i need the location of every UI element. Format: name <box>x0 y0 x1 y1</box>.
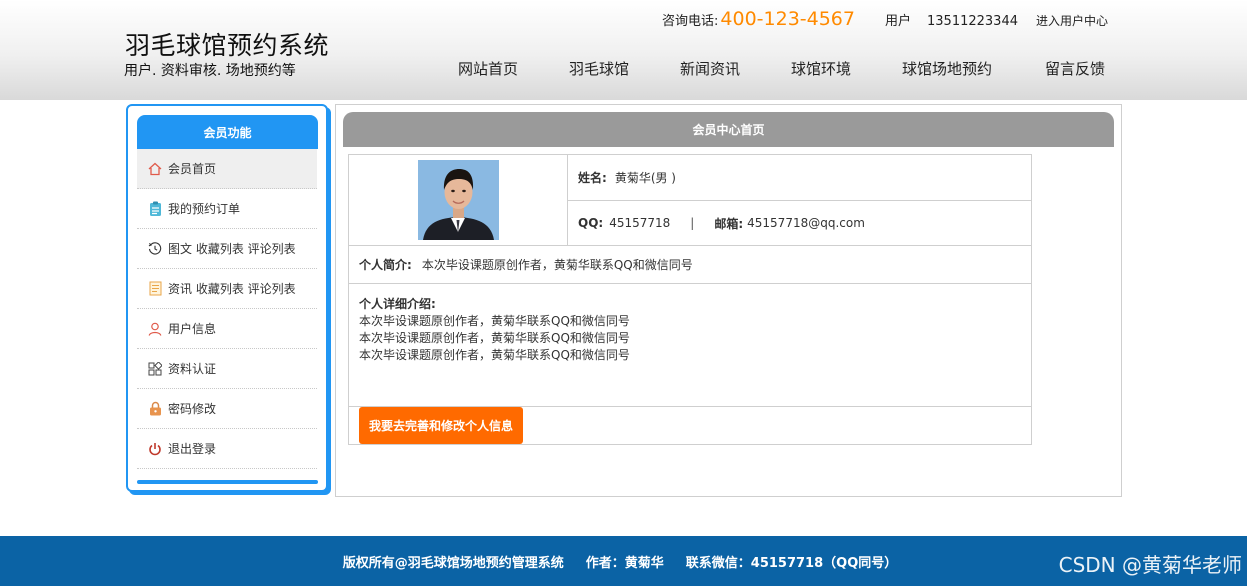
intro-label: 个人简介: <box>359 258 412 272</box>
sidebar-item-verification[interactable]: 资料认证 <box>137 349 317 389</box>
member-home-panel: 会员中心首页 姓名: 黄菊华(男 ) QQ: 45157718 | 邮箱: 45… <box>335 104 1122 497</box>
footer-wechat: 联系微信：45157718（QQ同号） <box>685 555 898 571</box>
email-value: 45157718@qq.com <box>747 216 865 230</box>
sidebar-item-user-info[interactable]: 用户信息 <box>137 309 317 349</box>
home-icon <box>148 161 162 177</box>
sidebar-item-member-home[interactable]: 会员首页 <box>137 149 317 189</box>
sidebar-item-label: 会员首页 <box>168 162 217 176</box>
edit-profile-button[interactable]: 我要去完善和修改个人信息 <box>359 407 523 444</box>
intro-value: 本次毕设课题原创作者，黄菊华联系QQ和微信同号 <box>421 258 693 272</box>
sidebar-item-logout[interactable]: 退出登录 <box>137 429 317 469</box>
site-title: 羽毛球馆预约系统 <box>125 31 330 60</box>
user-label: 用户 <box>885 14 912 29</box>
name-value: 黄菊华(男 ) <box>614 171 676 185</box>
sidebar-item-news-favorites[interactable]: 资讯 收藏列表 评论列表 <box>137 269 317 309</box>
sidebar-item-my-orders[interactable]: 我的预约订单 <box>137 189 317 229</box>
intro-cell: 个人简介: 本次毕设课题原创作者，黄菊华联系QQ和微信同号 <box>349 246 1031 284</box>
sidebar-item-label: 用户信息 <box>168 322 217 336</box>
email-label: 邮箱: <box>714 216 744 231</box>
detail-line: 本次毕设课题原创作者，黄菊华联系QQ和微信同号 <box>359 331 630 345</box>
phone-number: 400-123-4567 <box>720 8 855 30</box>
site-subtitle: 用户. 资料审核. 场地预约等 <box>124 63 296 79</box>
detail-label: 个人详细介绍: <box>359 297 436 311</box>
site-header: 羽毛球馆预约系统 用户. 资料审核. 场地预约等 咨询电话: 400-123-4… <box>0 0 1247 100</box>
detail-line: 本次毕设课题原创作者，黄菊华联系QQ和微信同号 <box>359 348 630 362</box>
contact-cell: QQ: 45157718 | 邮箱: 45157718@qq.com <box>568 201 1031 246</box>
power-icon <box>148 441 162 457</box>
nav-environment[interactable]: 球馆环境 <box>791 58 851 80</box>
contact-bar: 咨询电话: 400-123-4567 用户 13511223344 进入用户中心 <box>662 8 1108 34</box>
csdn-watermark: CSDN @黄菊华老师 <box>1058 553 1242 577</box>
panel-title: 会员中心首页 <box>343 112 1114 147</box>
avatar <box>418 160 499 240</box>
footer-copyright: 版权所有@羽毛球馆场地预约管理系统 <box>342 555 564 571</box>
user-center-link[interactable]: 进入用户中心 <box>1036 12 1108 29</box>
sidebar-item-label: 图文 收藏列表 评论列表 <box>168 242 296 256</box>
lock-icon <box>148 401 162 417</box>
footer-author: 作者：黄菊华 <box>585 555 664 571</box>
user-icon <box>148 321 162 337</box>
name-cell: 姓名: 黄菊华(男 ) <box>568 155 1031 201</box>
user-phone: 13511223344 <box>927 14 1018 29</box>
profile-table: 姓名: 黄菊华(男 ) QQ: 45157718 | 邮箱: 45157718@… <box>348 154 1032 445</box>
action-cell: 我要去完善和修改个人信息 <box>349 407 1031 444</box>
sidebar-item-article-favorites[interactable]: 图文 收藏列表 评论列表 <box>137 229 317 269</box>
separator: | <box>690 216 695 230</box>
footer-text: 版权所有@羽毛球馆场地预约管理系统 作者：黄菊华 联系微信：45157718（Q… <box>0 536 1240 586</box>
avatar-cell <box>349 155 568 246</box>
detail-cell: 个人详细介绍: 本次毕设课题原创作者，黄菊华联系QQ和微信同号 本次毕设课题原创… <box>349 284 1031 407</box>
nav-home[interactable]: 网站首页 <box>458 58 518 80</box>
sidebar-item-label: 资讯 收藏列表 评论列表 <box>168 282 296 296</box>
sidebar-item-label: 资料认证 <box>168 362 217 376</box>
apps-icon <box>148 361 162 377</box>
detail-line: 本次毕设课题原创作者，黄菊华联系QQ和微信同号 <box>359 314 630 328</box>
qq-label: QQ: <box>578 216 604 230</box>
sidebar-title: 会员功能 <box>137 115 318 149</box>
history-icon <box>148 241 162 257</box>
contact-label: 咨询电话: <box>662 14 719 29</box>
sidebar-bottom-bar <box>137 480 318 484</box>
member-sidebar: 会员功能 会员首页 我的预约订单 图文 收藏列表 评论列表 资讯 收藏列表 评论… <box>126 104 328 492</box>
name-label: 姓名: <box>578 171 607 185</box>
nav-badminton-hall[interactable]: 羽毛球馆 <box>569 58 629 80</box>
qq-value: 45157718 <box>609 216 671 230</box>
nav-court-booking[interactable]: 球馆场地预约 <box>902 58 992 80</box>
clipboard-icon <box>148 201 162 217</box>
document-icon <box>148 281 162 297</box>
sidebar-item-change-password[interactable]: 密码修改 <box>137 389 317 429</box>
nav-feedback[interactable]: 留言反馈 <box>1045 58 1105 80</box>
nav-news[interactable]: 新闻资讯 <box>680 58 740 80</box>
sidebar-item-label: 我的预约订单 <box>168 202 241 216</box>
sidebar-item-label: 密码修改 <box>168 402 217 416</box>
sidebar-item-label: 退出登录 <box>168 442 217 456</box>
